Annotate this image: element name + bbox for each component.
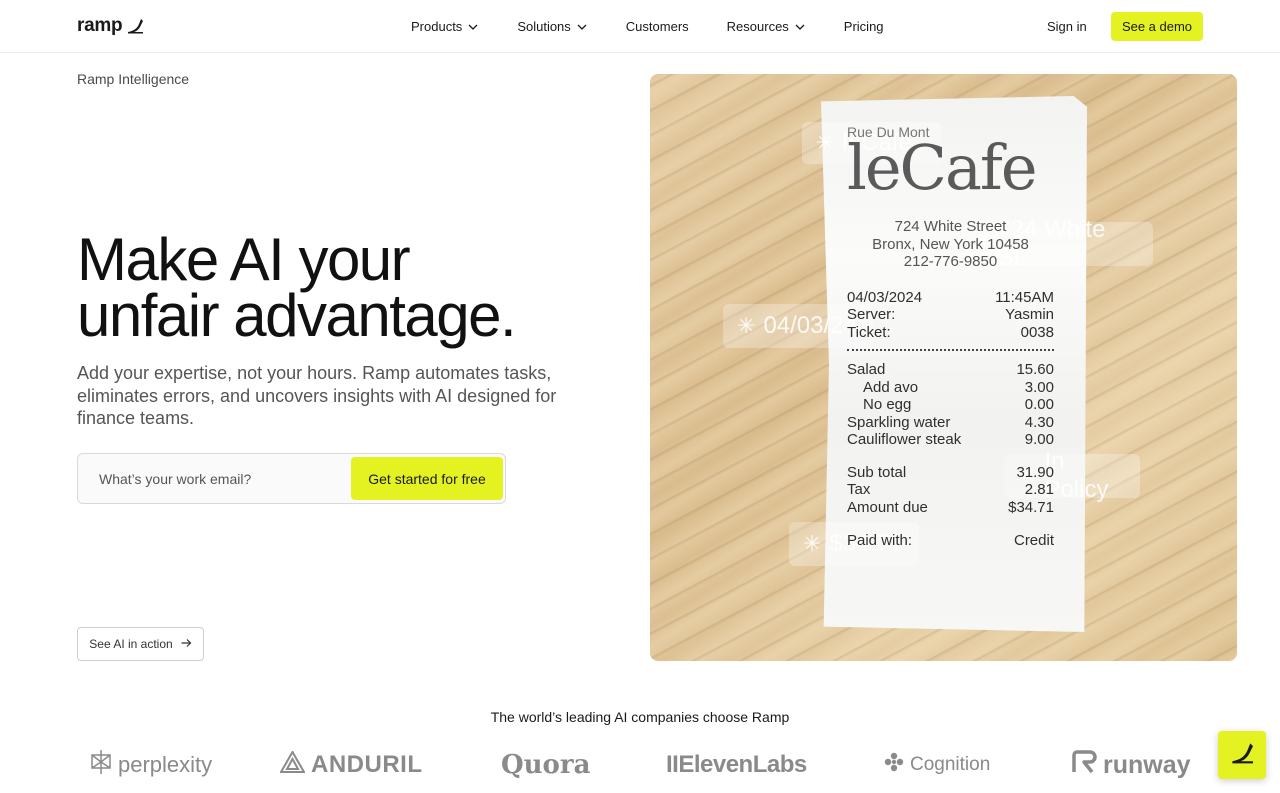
receipt-text: Rue Du Mont leCafe 724 White Street Bron… xyxy=(847,124,1054,550)
item-price: 4.30 xyxy=(1024,413,1054,431)
anduril-wordmark: ANDURIL xyxy=(311,751,423,778)
logo-wordmark: ramp xyxy=(77,15,123,36)
item-price: 9.00 xyxy=(1024,431,1054,448)
nav-pricing-label: Pricing xyxy=(843,19,884,34)
item-price: 3.00 xyxy=(1024,378,1054,396)
receipt-server-label: Server: xyxy=(847,306,896,323)
elevenlabs-logo: IIElevenLabs xyxy=(666,745,807,785)
see-ai-label: See AI in action xyxy=(89,637,173,651)
receipt-item: Salad 15.60 xyxy=(847,361,1054,379)
receipt-items: Salad 15.60 Add avo 3.00 No egg 0.00 Sparkl… xyxy=(847,361,1054,449)
tax-label: Tax xyxy=(847,481,871,498)
ramp-logo[interactable]: ramp xyxy=(77,15,144,37)
logos-heading: The world’s leading AI companies choose … xyxy=(490,709,790,725)
item-name: Sparkling water xyxy=(847,413,951,431)
subtotal-label: Sub total xyxy=(847,463,907,481)
hero-headline: Make AI your unfair advantage. xyxy=(77,226,597,349)
item-name: Add avo xyxy=(863,378,919,396)
amount-due-label: Amount due xyxy=(847,498,928,516)
perplexity-mark-icon xyxy=(90,749,112,781)
paid-value: Credit xyxy=(1013,532,1054,549)
sparkle-icon: ✳ xyxy=(816,130,835,155)
nav-links: Products Solutions Customers Resources P… xyxy=(411,0,884,53)
chevron-down-icon xyxy=(577,24,587,30)
nav-products[interactable]: Products xyxy=(411,19,478,34)
nav-customers[interactable]: Customers xyxy=(626,19,689,34)
receipt-totals: Sub total 31.90 Tax 2.81 Amount due $34.71 xyxy=(847,464,1054,517)
chevron-down-icon xyxy=(468,24,478,30)
ramp-mark-icon xyxy=(126,18,144,34)
amount-due-value: $34.71 xyxy=(1008,498,1054,516)
perplexity-wordmark: perplexity xyxy=(118,752,213,777)
signup-form: Get started for free xyxy=(77,453,506,504)
item-name: Salad xyxy=(847,361,886,378)
receipt-date: 04/03/2024 xyxy=(847,288,923,306)
headline-line-2: unfair advantage. xyxy=(77,282,517,349)
receipt-item: Cauliflower steak 9.00 xyxy=(847,431,1054,449)
paid-label: Paid with: xyxy=(847,532,913,549)
arrow-right-icon xyxy=(181,637,192,651)
receipt-meta: 04/03/2024 11:45AM Server: Yasmin Ticket: 0… xyxy=(847,289,1054,342)
nav-pricing[interactable]: Pricing xyxy=(844,19,884,34)
customer-logos: perplexity ANDURIL Quora IIElevenLabs Co… xyxy=(0,745,1280,785)
receipt-item: No egg 0.00 xyxy=(847,396,1054,414)
anduril-logo: ANDURIL xyxy=(279,745,423,785)
receipt-phone: 212-776-9850 xyxy=(903,253,998,270)
item-price: 0.00 xyxy=(1024,396,1054,413)
hero-eyebrow: Ramp Intelligence xyxy=(77,71,190,87)
get-started-button[interactable]: Get started for free xyxy=(351,457,503,500)
nav-customers-label: Customers xyxy=(625,19,689,34)
receipt-address: 724 White Street Bronx, New York 10458 2… xyxy=(847,218,1054,271)
see-ai-in-action-button[interactable]: See AI in action xyxy=(77,627,204,661)
top-nav: ramp Products Solutions Customers Resour… xyxy=(0,0,1280,53)
sparkle-icon: ✳ xyxy=(803,531,822,556)
item-name: Cauliflower steak xyxy=(847,431,962,448)
receipt-item: Sparkling water 4.30 xyxy=(847,414,1054,432)
quora-wordmark: Quora xyxy=(501,750,591,780)
runway-wordmark: runway xyxy=(1103,750,1191,779)
work-email-input[interactable] xyxy=(79,455,349,502)
tag-policy-label: In Policy xyxy=(1044,448,1109,503)
anduril-mark-icon xyxy=(279,749,306,780)
receipt-paid: Paid with: Credit xyxy=(847,532,1054,550)
tag-date-label: 04/03/24 xyxy=(763,312,857,339)
receipt-ticket-label: Ticket: xyxy=(847,323,891,341)
receipt-hero-image: ✳ leCafe ✳ 724 White St. ✳ 04/03/24 ✳ In… xyxy=(650,74,1237,661)
chevron-down-icon xyxy=(795,24,805,30)
nav-solutions[interactable]: Solutions xyxy=(517,19,587,34)
item-name: No egg xyxy=(863,396,912,413)
receipt-item: Add avo 3.00 xyxy=(847,379,1054,397)
chat-launcher-button[interactable] xyxy=(1218,731,1266,779)
perplexity-logo: perplexity xyxy=(90,745,212,785)
nav-resources[interactable]: Resources xyxy=(727,19,805,34)
nav-resources-label: Resources xyxy=(726,19,789,34)
elevenlabs-wordmark: IIElevenLabs xyxy=(666,751,807,778)
sparkle-icon: ✳ xyxy=(737,313,756,338)
receipt-ticket: 0038 xyxy=(1020,323,1054,341)
subtotal-value: 31.90 xyxy=(1016,463,1054,481)
receipt-divider xyxy=(847,349,1054,351)
sign-in-link[interactable]: Sign in xyxy=(1047,19,1087,34)
tax-value: 2.81 xyxy=(1024,481,1054,498)
receipt-server: Yasmin xyxy=(1005,306,1054,323)
cognition-wordmark: Cognition xyxy=(910,754,991,775)
receipt-time: 11:45AM xyxy=(995,288,1054,306)
receipt-address-2: Bronx, New York 10458 xyxy=(872,235,1029,253)
receipt-address-1: 724 White Street xyxy=(894,218,1007,235)
headline-line-1: Make AI your xyxy=(77,226,411,293)
quora-logo: Quora xyxy=(501,745,590,785)
nav-solutions-label: Solutions xyxy=(517,19,571,34)
cognition-mark-icon xyxy=(884,752,904,778)
cognition-logo: Cognition xyxy=(884,745,990,785)
ramp-mark-icon xyxy=(1229,742,1255,769)
hero-subhead: Add your expertise, not your hours. Ramp… xyxy=(77,363,557,428)
runway-mark-icon xyxy=(1071,749,1097,781)
item-price: 15.60 xyxy=(1016,361,1054,378)
receipt-brand: leCafe xyxy=(847,131,1038,204)
see-demo-button[interactable]: See a demo xyxy=(1111,12,1203,41)
runway-logo: runway xyxy=(1071,745,1191,785)
nav-products-label: Products xyxy=(411,19,463,34)
